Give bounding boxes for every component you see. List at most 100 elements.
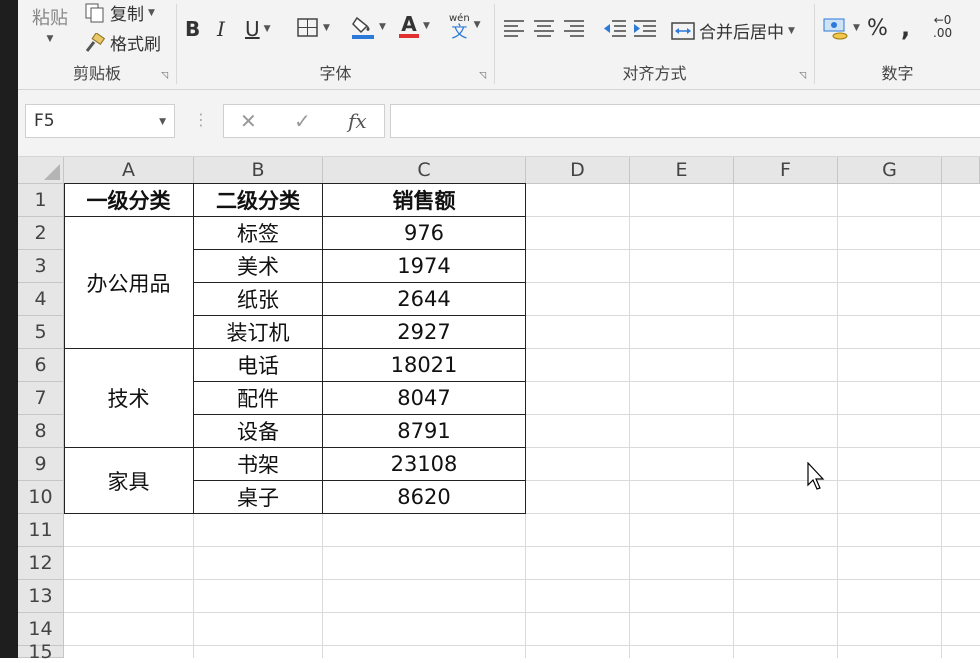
borders-icon — [297, 18, 318, 37]
accounting-format-button[interactable]: ▼ — [823, 16, 860, 40]
align-left-button[interactable] — [503, 19, 525, 39]
table-header-cell[interactable]: 二级分类 — [194, 184, 323, 217]
row-header-1[interactable]: 1 — [18, 184, 64, 217]
sales-cell[interactable]: 2927 — [323, 316, 526, 349]
percent-style-button[interactable]: % — [867, 16, 888, 41]
sales-cell[interactable]: 23108 — [323, 448, 526, 481]
font-color-button[interactable]: A ▼ — [399, 14, 430, 38]
column-header-b[interactable]: B — [194, 157, 323, 184]
subcategory-cell[interactable]: 配件 — [194, 382, 323, 415]
format-painter-button[interactable]: 格式刷 — [84, 30, 161, 55]
phonetic-bottom-label: 文 — [451, 22, 468, 41]
formula-input[interactable] — [390, 104, 980, 138]
increase-decimal-button[interactable]: ←0 .00 — [933, 14, 952, 40]
check-icon[interactable]: ✓ — [294, 109, 311, 133]
fill-color-button[interactable]: ▼ — [351, 14, 386, 40]
column-header-f[interactable]: F — [734, 157, 838, 184]
row-header-13[interactable]: 13 — [18, 580, 64, 613]
comma-style-button[interactable]: , — [901, 14, 910, 42]
phonetic-guide-button[interactable]: wén 文 ▼ — [449, 12, 481, 41]
row-header-4[interactable]: 4 — [18, 283, 64, 316]
copy-button[interactable]: 复制 ▼ — [84, 0, 155, 25]
category-cell[interactable]: 家具 — [64, 448, 194, 514]
merge-center-button[interactable]: 合并后居中 ▼ — [671, 18, 795, 43]
column-header-c[interactable]: C — [323, 157, 526, 184]
row-header-10[interactable]: 10 — [18, 481, 64, 514]
sales-cell[interactable]: 8620 — [323, 481, 526, 514]
increase-indent-button[interactable] — [633, 19, 657, 39]
decrease-indent-button[interactable] — [603, 19, 627, 39]
number-group-label: 数字 — [881, 64, 914, 83]
font-color-swatch — [399, 34, 419, 38]
dialog-launcher-icon[interactable]: ◹ — [799, 71, 806, 81]
gridline — [837, 184, 838, 658]
merge-cells-icon — [671, 21, 695, 40]
row-header-7[interactable]: 7 — [18, 382, 64, 415]
gridline — [64, 645, 980, 646]
mouse-cursor-icon — [807, 462, 825, 490]
subcategory-cell[interactable]: 书架 — [194, 448, 323, 481]
font-color-label: A — [401, 12, 417, 36]
decrease-indent-icon — [604, 20, 626, 37]
name-box[interactable]: F5 ▼ — [25, 104, 175, 138]
gridline — [64, 579, 980, 580]
column-header-filler — [942, 157, 980, 184]
sales-cell[interactable]: 976 — [323, 217, 526, 250]
align-center-button[interactable] — [533, 19, 555, 39]
cancel-icon[interactable]: ✕ — [240, 109, 257, 133]
category-cell[interactable]: 办公用品 — [64, 217, 194, 349]
align-center-icon — [534, 20, 554, 37]
sales-cell[interactable]: 8047 — [323, 382, 526, 415]
row-header-11[interactable]: 11 — [18, 514, 64, 547]
underline-button[interactable]: U ▼ — [245, 17, 271, 41]
subcategory-cell[interactable]: 纸张 — [194, 283, 323, 316]
window-edge — [0, 0, 18, 658]
chevron-down-icon: ▼ — [323, 23, 330, 33]
column-header-g[interactable]: G — [838, 157, 942, 184]
row-header-9[interactable]: 9 — [18, 448, 64, 481]
copy-label: 复制 — [110, 5, 144, 25]
borders-button[interactable]: ▼ — [297, 18, 330, 38]
category-cell[interactable]: 技术 — [64, 349, 194, 448]
column-header-d[interactable]: D — [526, 157, 630, 184]
row-header-2[interactable]: 2 — [18, 217, 64, 250]
select-all-button[interactable] — [18, 157, 64, 184]
subcategory-cell[interactable]: 桌子 — [194, 481, 323, 514]
subcategory-cell[interactable]: 标签 — [194, 217, 323, 250]
subcategory-cell[interactable]: 美术 — [194, 250, 323, 283]
row-header-3[interactable]: 3 — [18, 250, 64, 283]
drag-handle-icon[interactable]: ⋮ — [193, 110, 209, 129]
formula-buttons: ✕ ✓ fx — [223, 104, 385, 138]
table-header-cell[interactable]: 销售额 — [323, 184, 526, 217]
subcategory-cell[interactable]: 装订机 — [194, 316, 323, 349]
chevron-down-icon: ▼ — [148, 7, 155, 18]
gridline — [733, 184, 734, 658]
insert-function-button[interactable]: fx — [348, 109, 367, 133]
italic-button[interactable]: I — [217, 17, 225, 41]
row-header-12[interactable]: 12 — [18, 547, 64, 580]
row-header-15[interactable]: 15 — [18, 643, 64, 662]
chevron-down-icon: ▼ — [263, 24, 271, 34]
number-group: ▼ % , ←0 .00 数字 — [815, 0, 980, 89]
dialog-launcher-icon[interactable]: ◹ — [161, 71, 168, 81]
subcategory-cell[interactable]: 电话 — [194, 349, 323, 382]
bold-button[interactable]: B — [185, 17, 200, 41]
subcategory-cell[interactable]: 设备 — [194, 415, 323, 448]
copy-icon — [85, 3, 104, 22]
dialog-launcher-icon[interactable]: ◹ — [479, 71, 486, 81]
paint-bucket-icon — [352, 16, 374, 39]
column-header-a[interactable]: A — [64, 157, 194, 184]
row-header-8[interactable]: 8 — [18, 415, 64, 448]
row-header-5[interactable]: 5 — [18, 316, 64, 349]
sales-cell[interactable]: 2644 — [323, 283, 526, 316]
paste-button[interactable]: 粘贴 ▼ — [32, 4, 68, 44]
underline-label: U — [245, 17, 260, 41]
sales-cell[interactable]: 1974 — [323, 250, 526, 283]
table-header-cell[interactable]: 一级分类 — [64, 184, 194, 217]
align-right-button[interactable] — [563, 19, 585, 39]
column-header-e[interactable]: E — [630, 157, 734, 184]
sales-cell[interactable]: 8791 — [323, 415, 526, 448]
row-header-6[interactable]: 6 — [18, 349, 64, 382]
clipboard-group: 粘贴 ▼ 复制 ▼ 格式刷 剪贴板 ◹ — [18, 0, 176, 89]
sales-cell[interactable]: 18021 — [323, 349, 526, 382]
